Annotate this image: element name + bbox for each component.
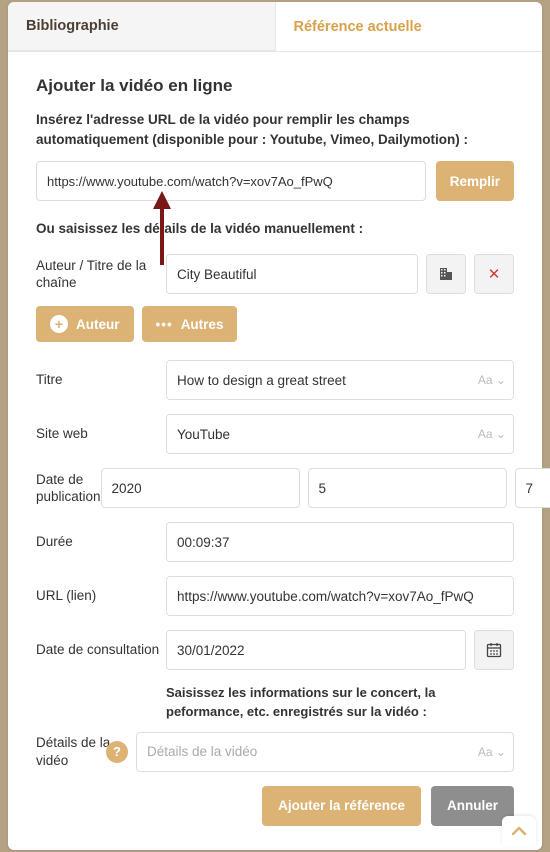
building-icon (438, 266, 454, 282)
pubdate-year-input[interactable] (101, 468, 300, 508)
add-author-button[interactable]: + Auteur (36, 306, 134, 342)
accessdate-input[interactable] (166, 630, 466, 670)
author-row: Auteur / Titre de la chaîne ✕ (36, 254, 514, 294)
fill-button[interactable]: Remplir (436, 161, 514, 201)
url-label: URL (lien) (36, 587, 166, 605)
duration-input[interactable] (166, 522, 514, 562)
remove-author-button[interactable]: ✕ (474, 254, 514, 294)
website-label: Site web (36, 425, 166, 443)
website-row: Site web Aa ⌄ (36, 414, 514, 454)
add-reference-button[interactable]: Ajouter la référence (262, 786, 421, 826)
reference-panel: Bibliographie Référence actuelle Ajouter… (8, 2, 542, 850)
website-input[interactable] (166, 414, 514, 454)
url-help-text: Insérez l'adresse URL de la vidéo pour r… (36, 110, 514, 149)
tabs: Bibliographie Référence actuelle (8, 2, 542, 52)
details-input[interactable] (136, 732, 514, 772)
accessdate-label: Date de consultation (36, 641, 166, 659)
form-content: Ajouter la vidéo en ligne Insérez l'adre… (8, 52, 542, 846)
help-icon[interactable]: ? (106, 741, 128, 763)
footer-buttons: Ajouter la référence Annuler (36, 786, 514, 826)
title-row: Titre Aa ⌄ (36, 360, 514, 400)
manual-entry-label: Ou saisissez les détails de la vidéo man… (36, 221, 514, 236)
duration-row: Durée (36, 522, 514, 562)
accessdate-calendar-button[interactable] (474, 630, 514, 670)
close-icon: ✕ (488, 265, 501, 283)
accessdate-row: Date de consultation (36, 630, 514, 670)
url-row: URL (lien) (36, 576, 514, 616)
details-help-text: Saisissez les informations sur le concer… (36, 684, 514, 722)
pubdate-row: Date de publication (36, 468, 514, 508)
scroll-to-top-button[interactable] (502, 816, 536, 846)
tab-bibliography[interactable]: Bibliographie (8, 2, 276, 51)
section-title: Ajouter la vidéo en ligne (36, 76, 514, 96)
tab-current-reference[interactable]: Référence actuelle (276, 2, 543, 51)
video-url-input[interactable] (36, 161, 426, 201)
chevron-up-icon (511, 826, 527, 836)
add-others-button[interactable]: ••• Autres (142, 306, 238, 342)
url-input[interactable] (166, 576, 514, 616)
plus-icon: + (50, 315, 68, 333)
add-buttons-row: + Auteur ••• Autres (36, 306, 514, 342)
pubdate-month-input[interactable] (308, 468, 507, 508)
url-autofill-row: Remplir (36, 161, 514, 201)
organization-button[interactable] (426, 254, 466, 294)
add-others-label: Autres (181, 317, 224, 332)
duration-label: Durée (36, 533, 166, 551)
pubdate-label: Date de publication (36, 471, 101, 506)
author-input[interactable] (166, 254, 418, 294)
add-author-label: Auteur (76, 317, 120, 332)
title-input[interactable] (166, 360, 514, 400)
pubdate-day-input[interactable] (515, 468, 550, 508)
dots-icon: ••• (156, 317, 173, 332)
details-row: Détails de la vidéo ? Aa ⌄ (36, 732, 514, 772)
title-label: Titre (36, 371, 166, 389)
calendar-icon (486, 642, 502, 658)
author-label: Auteur / Titre de la chaîne (36, 257, 166, 292)
